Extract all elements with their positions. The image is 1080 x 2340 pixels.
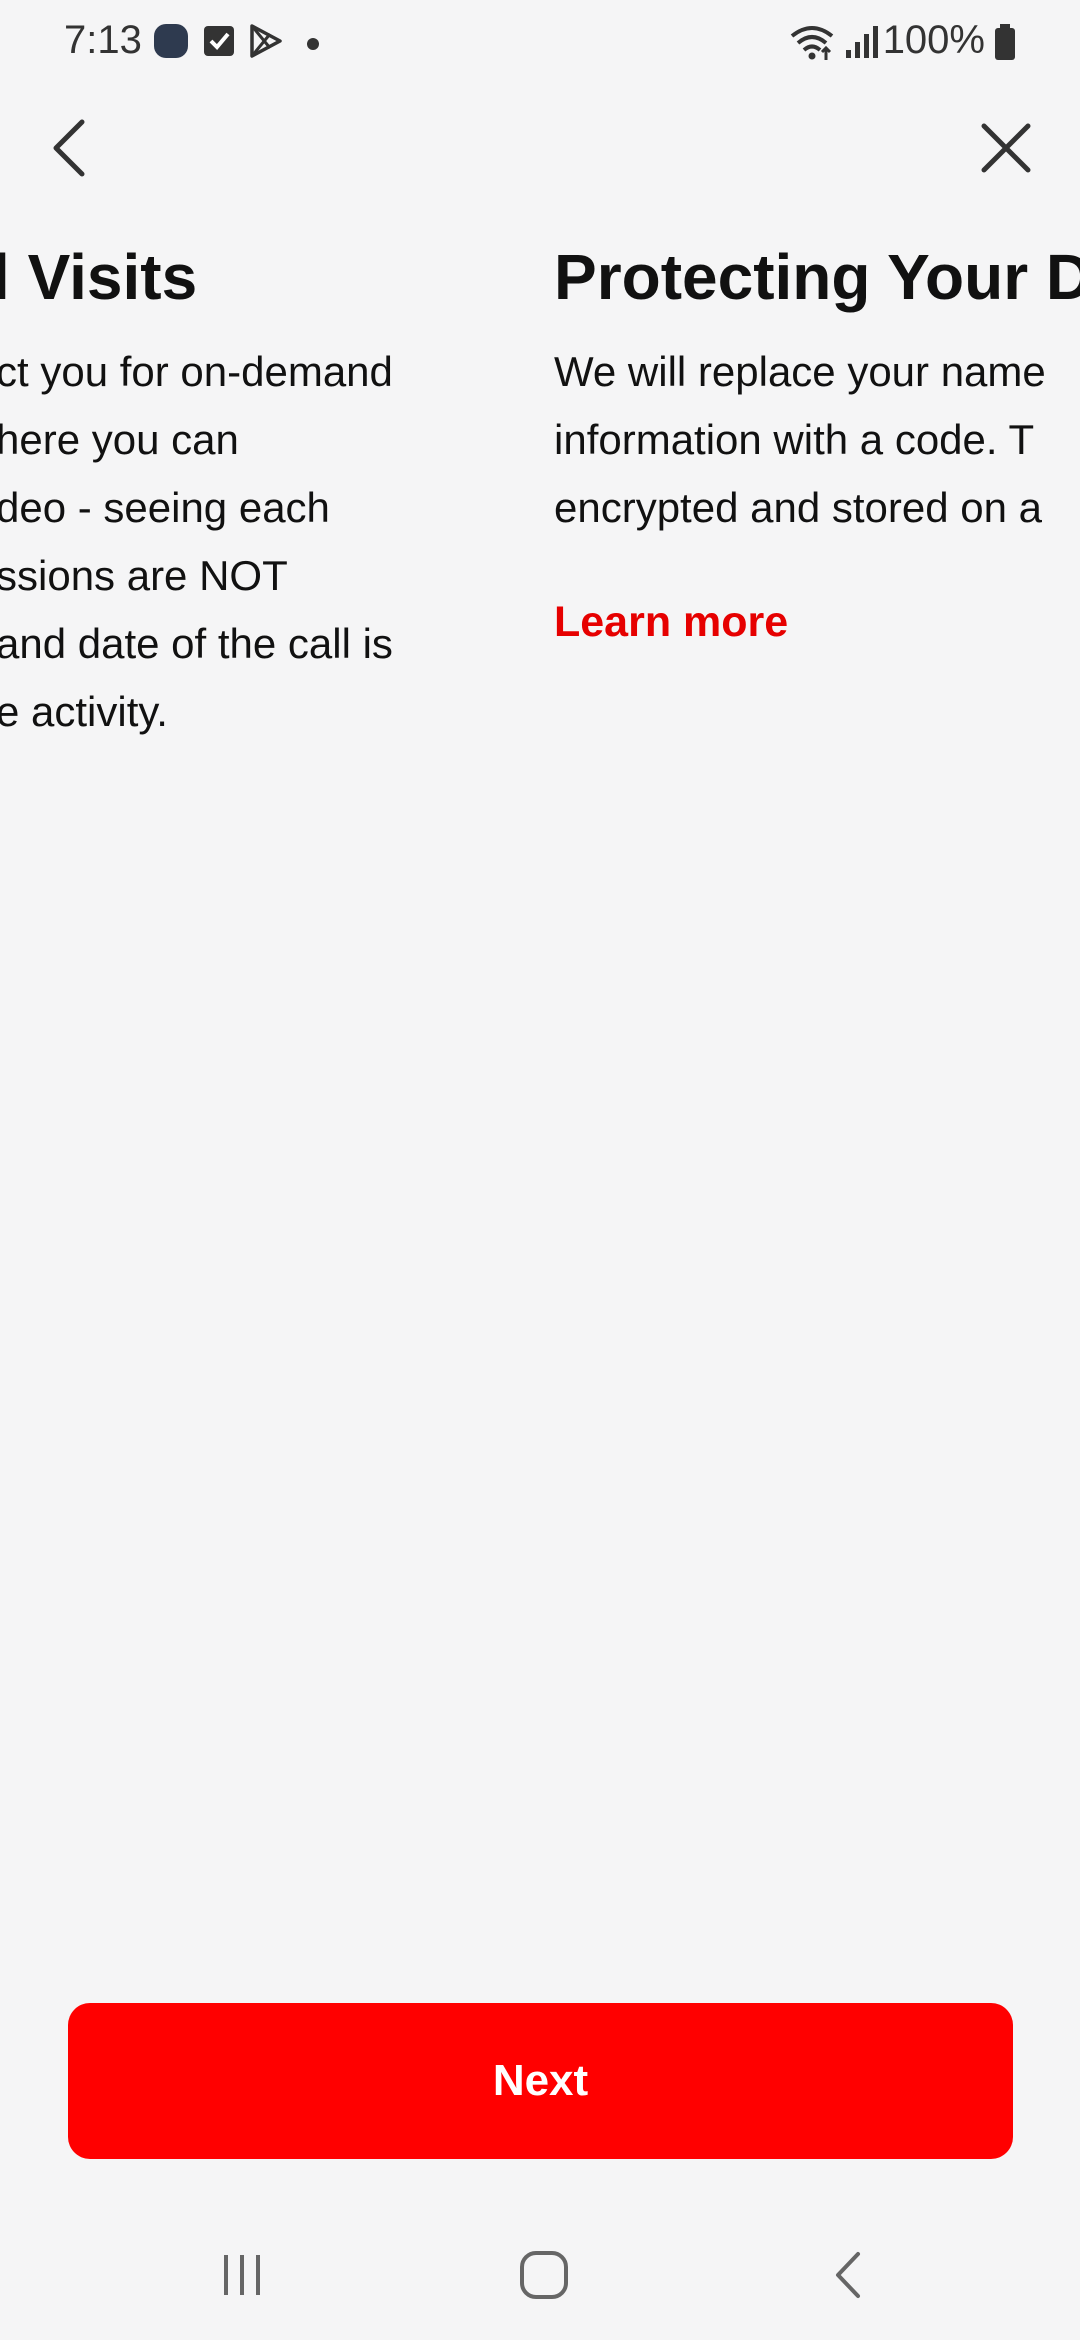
chevron-left-icon	[53, 119, 85, 177]
carousel-slide-previous[interactable]: l Visits	[0, 240, 197, 314]
learn-more-link[interactable]: Learn more	[554, 598, 788, 647]
slide-text-line: We will replace your name	[554, 348, 1046, 395]
slide-text-line: here you can	[0, 416, 239, 463]
dot-icon	[300, 22, 338, 60]
status-bar: 7:13 100%	[0, 0, 1080, 90]
play-store-icon	[246, 22, 284, 60]
back-icon	[836, 2252, 860, 2298]
slide-text-line: and date of the call is	[0, 620, 393, 667]
home-button[interactable]	[504, 2245, 584, 2305]
next-button[interactable]: Next	[68, 2003, 1013, 2159]
battery-percentage: 100%	[882, 18, 985, 62]
carousel-slide-current[interactable]: Protecting Your D	[554, 240, 1080, 314]
back-button[interactable]	[30, 108, 110, 188]
recents-icon	[224, 2255, 260, 2295]
app-icon	[152, 22, 190, 60]
slide-text-line: information with a code. T	[554, 416, 1035, 463]
signal-icon	[842, 22, 882, 60]
slide-title: l Visits	[0, 241, 198, 313]
checkbox-icon	[200, 22, 238, 60]
slide-text-line: encrypted and stored on a	[554, 484, 1043, 531]
battery-icon	[992, 22, 1018, 60]
system-back-button[interactable]	[808, 2245, 888, 2305]
close-icon	[981, 123, 1031, 173]
slide-text-line: e activity.	[0, 688, 168, 735]
status-time: 7:13	[64, 18, 142, 62]
slide-text-line: ct you for on-demand	[0, 348, 393, 395]
slide-text-line: ssions are NOT	[0, 552, 288, 599]
slide-text-line: deo - seeing each	[0, 484, 330, 531]
home-icon	[520, 2251, 568, 2299]
recents-button[interactable]	[202, 2245, 282, 2305]
wifi-icon	[788, 22, 836, 60]
close-button[interactable]	[966, 108, 1046, 188]
slide-title: Protecting Your D	[554, 241, 1080, 313]
